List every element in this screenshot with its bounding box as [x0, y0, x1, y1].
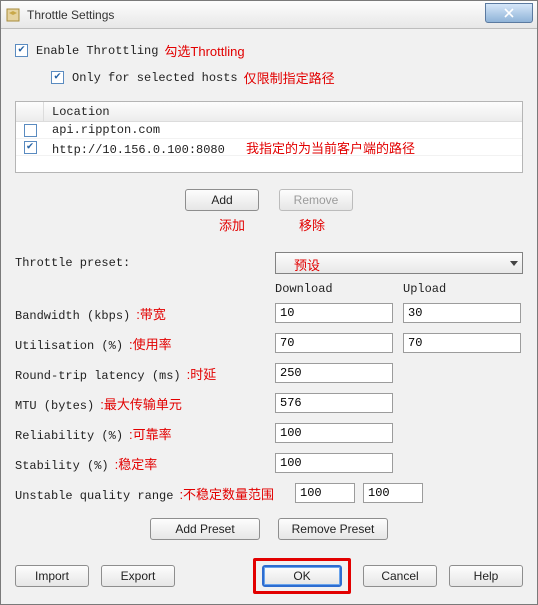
host-row-annotation: 我指定的为当前客户端的路径 — [246, 141, 415, 156]
app-icon — [5, 7, 21, 23]
utilisation-upload-input[interactable] — [403, 333, 521, 353]
utilisation-label: Utilisation (%) — [15, 339, 123, 353]
remove-preset-button[interactable]: Remove Preset — [278, 518, 388, 540]
utilisation-annotation: :使用率 — [129, 337, 172, 352]
bandwidth-upload-input[interactable] — [403, 303, 521, 323]
rtt-annotation: :时延 — [187, 367, 217, 382]
only-selected-hosts-checkbox[interactable]: ✔ — [51, 71, 64, 84]
ok-highlight-box: OK — [253, 558, 351, 594]
unstable-range-annotation: :不稳定数量范围 — [179, 487, 274, 502]
throttle-preset-label: Throttle preset: — [15, 256, 275, 270]
host-row-text: api.rippton.com — [44, 123, 522, 137]
window-title: Throttle Settings — [27, 8, 114, 22]
unstable-range-to-input[interactable] — [363, 483, 423, 503]
utilisation-download-input[interactable] — [275, 333, 393, 353]
host-row-checkbox[interactable]: ✔ — [24, 141, 37, 154]
help-button[interactable]: Help — [449, 565, 523, 587]
unstable-range-label: Unstable quality range — [15, 489, 173, 503]
chevron-down-icon — [510, 261, 518, 266]
download-column-header: Download — [275, 282, 403, 296]
cancel-button[interactable]: Cancel — [363, 565, 437, 587]
mtu-annotation: :最大传输单元 — [100, 397, 182, 412]
throttle-preset-select[interactable]: 预设 — [275, 252, 523, 274]
bandwidth-download-input[interactable] — [275, 303, 393, 323]
add-preset-button[interactable]: Add Preset — [150, 518, 260, 540]
import-button[interactable]: Import — [15, 565, 89, 587]
reliability-input[interactable] — [275, 423, 393, 443]
reliability-annotation: :可靠率 — [129, 427, 172, 442]
mtu-label: MTU (bytes) — [15, 399, 94, 413]
add-host-annotation: 添加 — [219, 215, 245, 234]
stability-input[interactable] — [275, 453, 393, 473]
throttle-preset-annotation: 预设 — [294, 255, 320, 274]
close-button[interactable] — [485, 3, 533, 23]
mtu-input[interactable] — [275, 393, 393, 413]
remove-host-button[interactable]: Remove — [279, 189, 353, 211]
only-selected-hosts-label: Only for selected hosts — [72, 71, 238, 85]
rtt-label: Round-trip latency (ms) — [15, 369, 181, 383]
stability-label: Stability (%) — [15, 459, 109, 473]
throttle-settings-dialog: Throttle Settings ✔ Enable Throttling 勾选… — [0, 0, 538, 605]
export-button[interactable]: Export — [101, 565, 175, 587]
unstable-range-from-input[interactable] — [295, 483, 355, 503]
ok-button[interactable]: OK — [262, 565, 342, 587]
hosts-header-location: Location — [44, 105, 522, 119]
titlebar: Throttle Settings — [1, 1, 537, 29]
add-host-button[interactable]: Add — [185, 189, 259, 211]
stability-annotation: :稳定率 — [115, 457, 158, 472]
rtt-input[interactable] — [275, 363, 393, 383]
enable-throttling-annotation: 勾选Throttling — [164, 41, 244, 60]
only-selected-hosts-annotation: 仅限制指定路径 — [244, 68, 335, 87]
host-row[interactable]: api.rippton.com — [16, 122, 522, 139]
upload-column-header: Upload — [403, 282, 446, 296]
bandwidth-annotation: :带宽 — [136, 307, 166, 322]
close-icon — [504, 8, 514, 18]
hosts-list-header: Location — [16, 102, 522, 122]
enable-throttling-checkbox[interactable]: ✔ — [15, 44, 28, 57]
bandwidth-label: Bandwidth (kbps) — [15, 309, 130, 323]
host-row-text: http://10.156.0.100:8080 我指定的为当前客户端的路径 — [44, 138, 522, 157]
reliability-label: Reliability (%) — [15, 429, 123, 443]
hosts-list[interactable]: Location api.rippton.com ✔ http://10.156… — [15, 101, 523, 173]
remove-host-annotation: 移除 — [299, 215, 325, 234]
host-row-checkbox[interactable] — [24, 124, 37, 137]
enable-throttling-label: Enable Throttling — [36, 44, 158, 58]
host-row[interactable]: ✔ http://10.156.0.100:8080 我指定的为当前客户端的路径 — [16, 139, 522, 156]
